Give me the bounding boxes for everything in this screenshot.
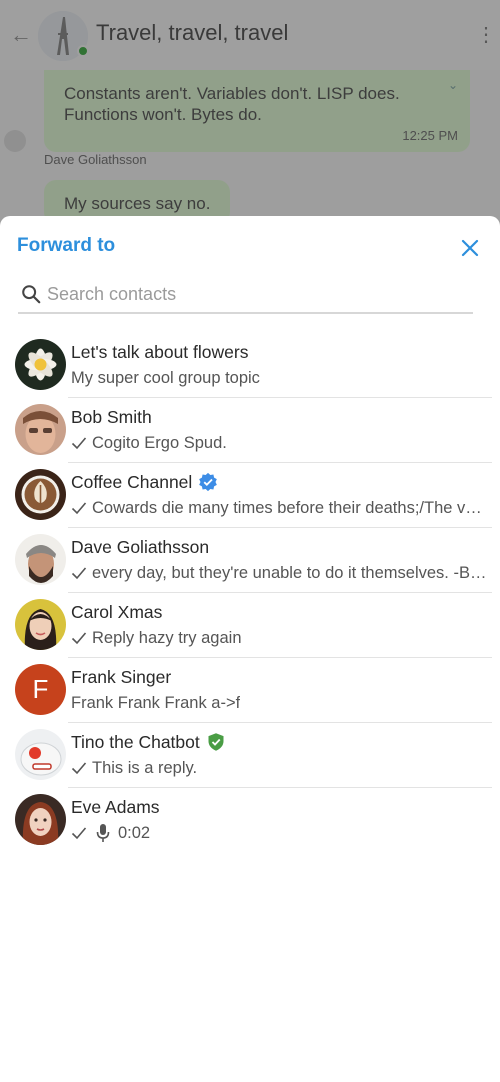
check-icon (71, 502, 87, 515)
flower-avatar (15, 339, 66, 390)
check-icon (71, 567, 87, 580)
contact-name: Frank Singer (71, 666, 172, 687)
contact-name: Bob Smith (71, 406, 152, 427)
close-icon (461, 239, 479, 257)
person-avatar (15, 794, 66, 845)
contact-subtitle: Cowards die many times before their deat… (92, 498, 489, 517)
robot-avatar (15, 729, 66, 780)
contact-name: Let's talk about flowers (71, 341, 249, 362)
list-item[interactable]: Carol Xmas Reply hazy try again (0, 593, 500, 658)
forward-sheet: Forward to Search contacts Let's talk ab… (0, 216, 500, 1082)
sheet-title: Forward to (17, 235, 116, 256)
list-item[interactable]: F Frank Singer Frank Frank Frank a->f (0, 658, 500, 723)
check-icon (71, 437, 87, 450)
verified-shield-icon (208, 733, 224, 751)
mic-icon (96, 824, 110, 842)
contact-list: Let's talk about flowers My super cool g… (0, 333, 500, 853)
contact-subtitle: Reply hazy try again (92, 628, 242, 647)
close-button[interactable] (458, 236, 482, 260)
contact-subtitle: Cogito Ergo Spud. (92, 433, 227, 452)
contact-name: Carol Xmas (71, 601, 163, 622)
check-icon (71, 827, 87, 840)
contact-name: Eve Adams (71, 796, 160, 817)
contact-subtitle: This is a reply. (92, 758, 198, 777)
contact-name: Tino the Chatbot (71, 731, 200, 752)
contact-name: Dave Goliathsson (71, 536, 210, 557)
coffee-avatar (15, 469, 66, 520)
check-icon (71, 762, 87, 775)
list-item[interactable]: Dave Goliathsson every day, but they're … (0, 528, 500, 593)
list-item[interactable]: Coffee Channel Cowards die many times be… (0, 463, 500, 528)
contact-subtitle: every day, but they're unable to do it t… (92, 563, 489, 582)
contact-subtitle: Frank Frank Frank a->f (71, 693, 241, 712)
check-icon (71, 632, 87, 645)
letter-avatar: F (15, 664, 66, 715)
list-item[interactable]: Let's talk about flowers My super cool g… (0, 333, 500, 398)
search-icon (22, 285, 41, 304)
search-input[interactable] (47, 280, 467, 308)
list-item[interactable]: Bob Smith Cogito Ergo Spud. (0, 398, 500, 463)
contact-subtitle: My super cool group topic (71, 368, 260, 387)
list-item[interactable]: Eve Adams 0:02 (0, 788, 500, 853)
person-avatar (15, 599, 66, 650)
person-avatar (15, 404, 66, 455)
contact-subtitle: 0:02 (118, 823, 151, 842)
verified-badge-icon (199, 472, 218, 492)
contact-name: Coffee Channel (71, 471, 193, 492)
person-avatar (15, 534, 66, 585)
list-item[interactable]: Tino the Chatbot This is a reply. (0, 723, 500, 788)
search-bar (18, 276, 473, 314)
